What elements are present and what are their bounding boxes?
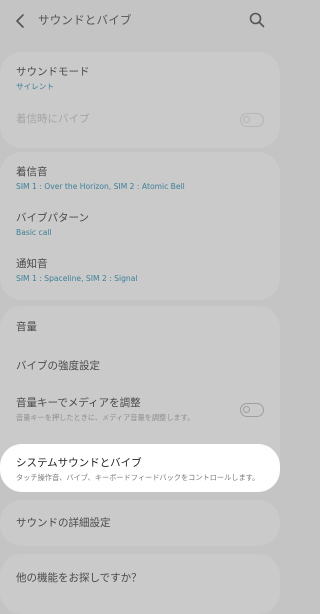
volume-label: 音量 — [16, 321, 37, 333]
volume-keys-media-toggle[interactable] — [240, 403, 264, 417]
system-sound-vibration-label: システムサウンドとバイブ — [16, 457, 142, 469]
ringtone-label: 着信音 — [16, 166, 48, 178]
vibrate-on-ring-item[interactable]: 着信時にバイブ — [16, 113, 264, 126]
notification-sound-item[interactable]: 通知音 SIM 1 : Spaceline, SIM 2 : Signal — [16, 258, 264, 284]
volume-keys-media-description: 音量キーを押したときに、メディア音量を調整します。 — [16, 413, 195, 422]
system-sound-vibration-item[interactable]: システムサウンドとバイブ タッチ操作音、バイブ、キーボードフィードバックをコント… — [0, 444, 280, 492]
page-title: サウンドとバイブ — [38, 13, 132, 27]
back-arrow-icon[interactable] — [13, 12, 27, 30]
system-sound-vibration-text: システムサウンドとバイブ タッチ操作音、バイブ、キーボードフィードバックをコント… — [16, 457, 264, 483]
ringtone-value: SIM 1 : Over the Horizon, SIM 2 : Atomic… — [16, 182, 185, 191]
advanced-sound-settings-item[interactable]: サウンドの詳細設定 — [16, 517, 264, 530]
looking-for-more-label: 他の機能をお探しですか？ — [16, 572, 142, 584]
search-icon[interactable] — [248, 11, 266, 29]
volume-item[interactable]: 音量 — [16, 321, 264, 334]
toggle-knob — [243, 406, 250, 413]
sound-mode-card: サウンドモード サイレント 着信時にバイブ — [0, 52, 280, 148]
looking-for-more-card: 他の機能をお探しですか？ — [0, 554, 280, 614]
vibrate-on-ring-toggle[interactable] — [240, 113, 264, 127]
vibration-intensity-item[interactable]: バイブの強度設定 — [16, 360, 264, 373]
ringtone-item[interactable]: 着信音 SIM 1 : Over the Horizon, SIM 2 : At… — [16, 166, 264, 192]
volume-keys-media-label: 音量キーでメディアを調整 — [16, 397, 141, 409]
sound-mode-value: サイレント — [16, 82, 54, 91]
notification-sound-label: 通知音 — [16, 258, 48, 270]
vibrate-on-ring-label: 着信時にバイブ — [16, 113, 90, 125]
advanced-sound-card: サウンドの詳細設定 — [0, 500, 280, 546]
app-header: サウンドとバイブ — [0, 0, 280, 44]
vibration-pattern-label: バイブパターン — [16, 212, 89, 224]
notification-sound-value: SIM 1 : Spaceline, SIM 2 : Signal — [16, 274, 138, 283]
looking-for-more-item[interactable]: 他の機能をお探しですか？ — [16, 572, 264, 585]
sound-mode-item[interactable]: サウンドモード サイレント — [16, 66, 264, 92]
sound-mode-label: サウンドモード — [16, 66, 90, 78]
ringtone-card: 着信音 SIM 1 : Over the Horizon, SIM 2 : At… — [0, 152, 280, 300]
vibration-pattern-value: Basic call — [16, 228, 52, 237]
toggle-knob — [243, 116, 250, 123]
advanced-sound-settings-label: サウンドの詳細設定 — [16, 517, 111, 529]
volume-keys-media-item[interactable]: 音量キーでメディアを調整 音量キーを押したときに、メディア音量を調整します。 — [16, 397, 264, 423]
vibration-pattern-item[interactable]: バイブパターン Basic call — [16, 212, 264, 238]
vibration-intensity-label: バイブの強度設定 — [16, 360, 100, 372]
system-sound-vibration-description: タッチ操作音、バイブ、キーボードフィードバックをコントロールします。 — [16, 473, 260, 482]
